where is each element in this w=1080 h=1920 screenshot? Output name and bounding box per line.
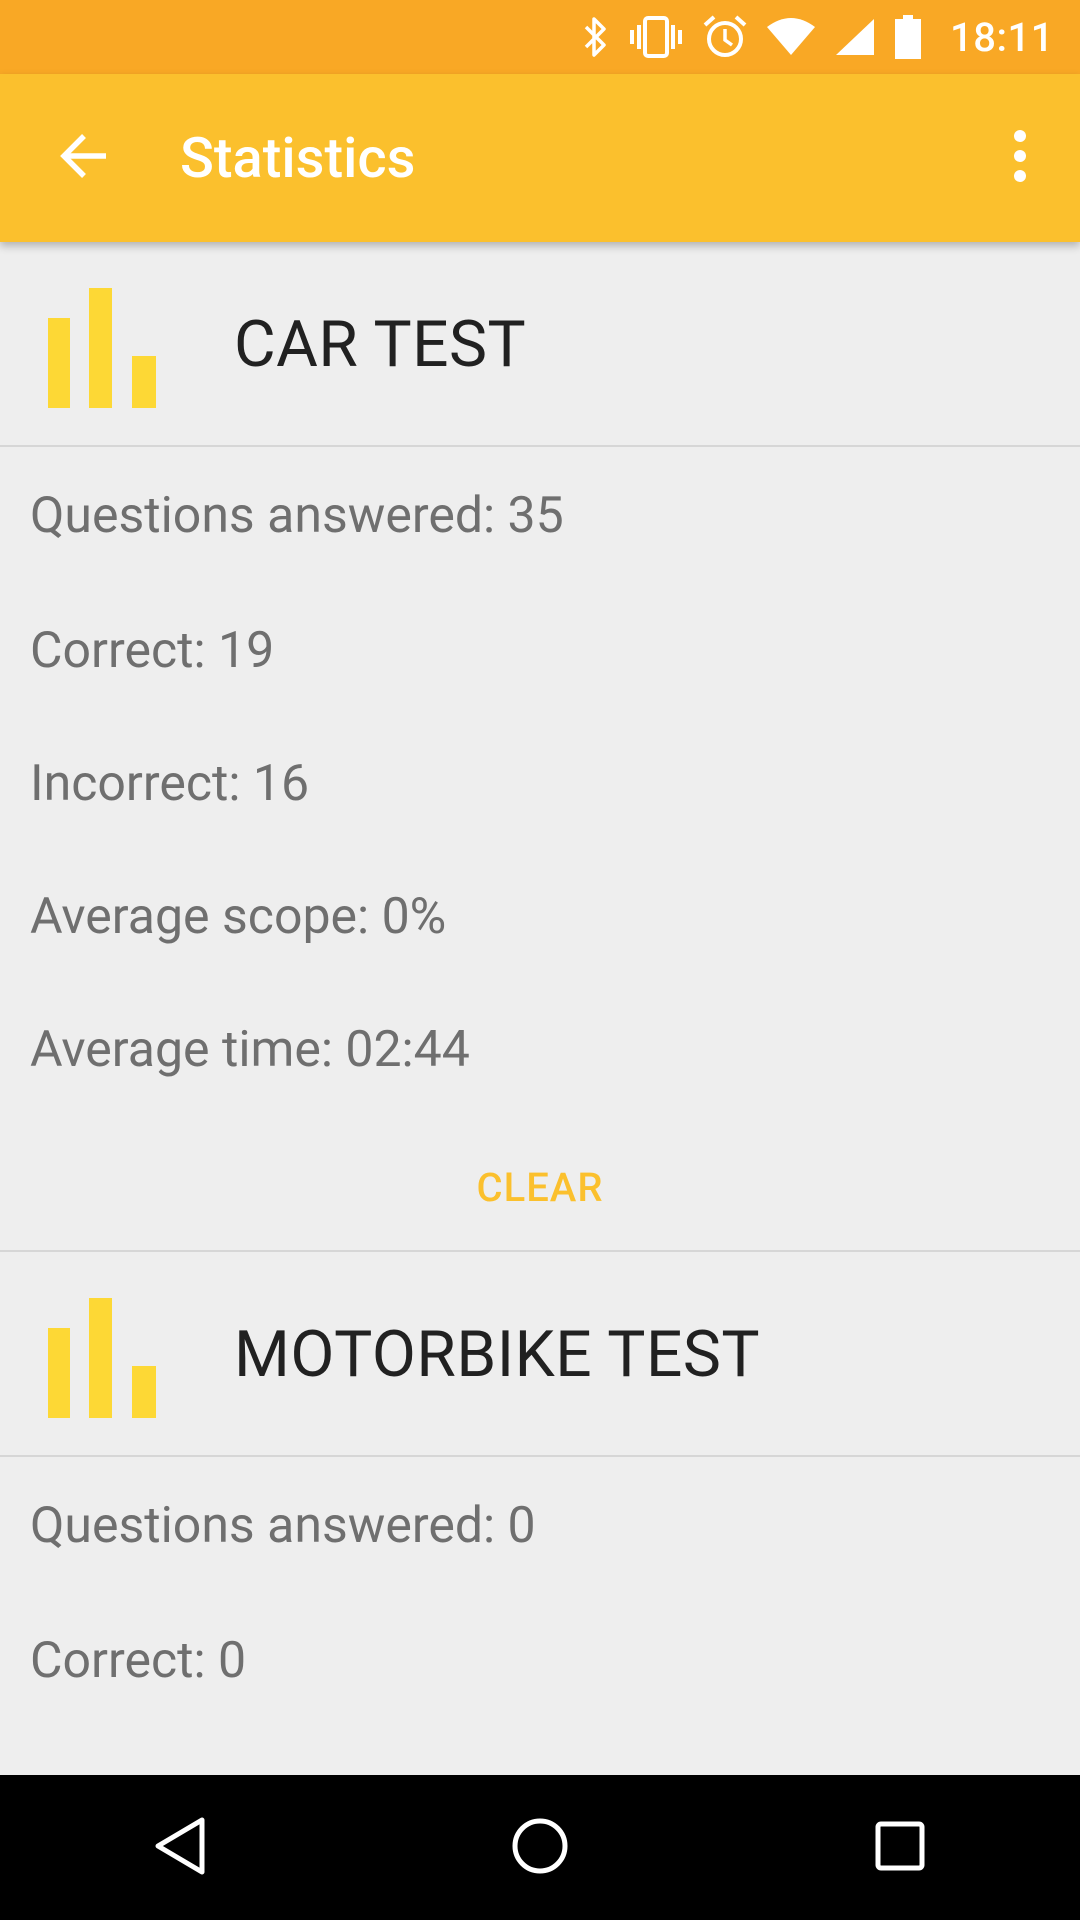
bar-chart-icon	[44, 1294, 160, 1418]
stat-correct: Correct: 19	[30, 622, 275, 680]
stat-average-time: Average time: 02:44	[30, 1021, 470, 1079]
section-header-motorbike-test: MOTORBIKE TEST	[0, 1252, 1080, 1457]
status-icons: 18:11	[580, 14, 1054, 61]
overflow-menu-button[interactable]	[980, 118, 1060, 198]
nav-recents-button[interactable]	[840, 1788, 960, 1908]
nav-back-button[interactable]	[120, 1788, 240, 1908]
section-header-car-test: CAR TEST	[0, 242, 1080, 447]
nav-recents-icon	[874, 1820, 926, 1876]
statistics-content[interactable]: CAR TEST Questions answered: 35 Correct:…	[0, 242, 1080, 1775]
bar-chart-icon	[44, 284, 160, 408]
stat-questions-answered: Questions answered: 35	[30, 487, 564, 545]
wifi-icon	[766, 17, 816, 57]
nav-home-icon	[511, 1817, 569, 1879]
clear-row: CLEAR	[0, 1125, 1080, 1252]
arrow-back-icon	[58, 130, 110, 186]
signal-icon	[834, 17, 876, 57]
section-title: MOTORBIKE TEST	[234, 1317, 761, 1392]
page-title: Statistics	[180, 125, 416, 191]
battery-icon	[894, 14, 922, 60]
status-time: 18:11	[950, 13, 1054, 61]
stat-incorrect: Incorrect: 16	[30, 755, 310, 813]
vibrate-icon	[628, 15, 684, 59]
system-nav-bar	[0, 1775, 1080, 1920]
status-bar: 18:11	[0, 0, 1080, 74]
nav-home-button[interactable]	[480, 1788, 600, 1908]
nav-back-icon	[152, 1816, 208, 1880]
car-test-stats: Questions answered: 35 Correct: 19 Incor…	[0, 447, 1080, 1117]
more-vert-icon	[1012, 130, 1028, 186]
stat-questions-answered: Questions answered: 0	[30, 1497, 536, 1555]
alarm-icon	[702, 14, 748, 60]
bluetooth-icon	[580, 15, 610, 59]
app-bar: Statistics	[0, 74, 1080, 242]
clear-button[interactable]: CLEAR	[436, 1144, 643, 1231]
back-button[interactable]	[44, 118, 124, 198]
stat-average-score: Average scope: 0%	[30, 888, 447, 946]
motorbike-test-stats: Questions answered: 0 Correct: 0	[0, 1457, 1080, 1728]
section-title: CAR TEST	[234, 307, 527, 382]
stat-correct: Correct: 0	[30, 1632, 247, 1690]
